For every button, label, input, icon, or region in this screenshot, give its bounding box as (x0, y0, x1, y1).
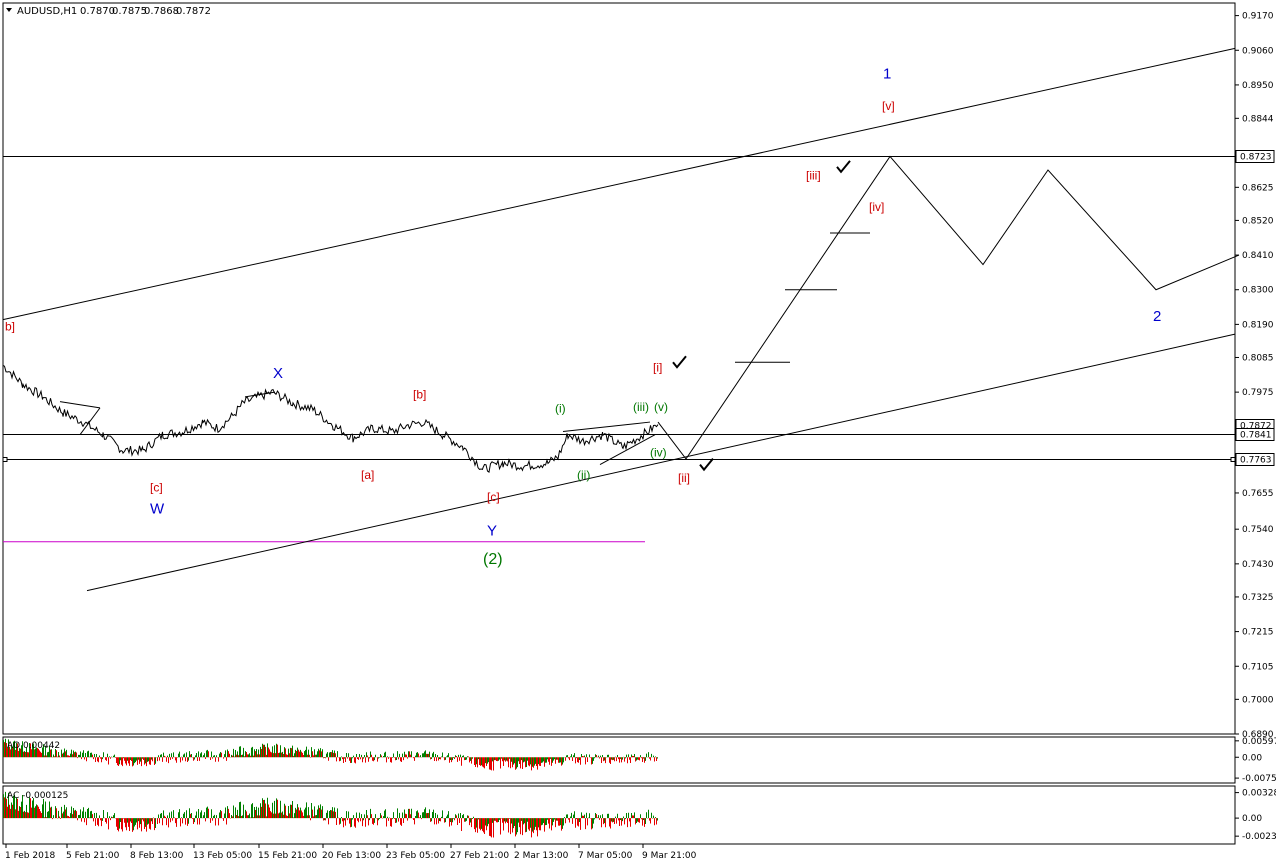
wave-label: b] (5, 320, 15, 334)
level-handle[interactable] (2, 457, 8, 462)
price-tick-label: 0.8520 (1242, 216, 1274, 226)
wave-label: [i] (653, 361, 662, 375)
time-tick-label: 8 Feb 13:00 (130, 851, 184, 861)
close-value: 0.7872 (176, 6, 211, 17)
symbol-label: AUDUSD,H1 (17, 6, 77, 17)
ac-tick-label: -0.00232 (1242, 832, 1276, 842)
main-plot-area[interactable] (2, 2, 1236, 735)
wave-label: Y (487, 522, 497, 539)
wave-label: X (273, 365, 283, 382)
ac-panel[interactable] (2, 785, 1236, 845)
time-tick-label: 9 Mar 21:00 (642, 851, 697, 861)
high-value: 0.7875 (112, 6, 147, 17)
price-tick-label: 0.7105 (1242, 662, 1274, 672)
time-tick-label: 1 Feb 2018 (5, 851, 56, 861)
wave-label: [c] (150, 480, 163, 494)
wave-label: [iii] (806, 168, 821, 182)
price-tick-label: 0.7540 (1242, 525, 1274, 535)
price-tick-label: 0.8950 (1242, 81, 1274, 91)
price-tick-label: 0.7215 (1242, 628, 1274, 638)
price-tick-label: 0.7975 (1242, 388, 1274, 398)
wave-label: (2) (483, 551, 503, 568)
wave-label: [iv] (869, 200, 884, 214)
ac-label: AC -0.000125 (7, 791, 68, 801)
ao-tick-label: -0.00758 (1242, 774, 1276, 784)
time-axis: 1 Feb 2018 5 Feb 21:00 8 Feb 13:00 13 Feb 0… (5, 844, 697, 861)
price-tick-label: 0.7430 (1242, 560, 1274, 570)
time-tick-label: 23 Feb 05:00 (386, 851, 445, 861)
wave-label: (ii) (577, 468, 590, 482)
time-tick-label: 13 Feb 05:00 (193, 851, 252, 861)
price-tick-label: 0.9170 (1242, 12, 1274, 22)
wave-label: (v) (654, 400, 668, 414)
price-tick-label: 0.7325 (1242, 593, 1274, 603)
price-tick-label: 0.8844 (1242, 114, 1274, 124)
price-marker-label: 0.7841 (1240, 431, 1272, 441)
wave-label: (iii) (633, 400, 649, 414)
wave-label: [v] (882, 99, 895, 113)
time-tick-label: 15 Feb 21:00 (258, 851, 317, 861)
time-tick-label: 2 Mar 13:00 (514, 851, 569, 861)
price-tick-label: 0.8300 (1242, 286, 1274, 296)
price-marker-label: 0.7763 (1240, 456, 1272, 466)
wave-label: [b] (413, 387, 426, 401)
wave-label: [c] (487, 490, 500, 504)
price-tick-label: 0.7655 (1242, 489, 1274, 499)
ao-tick-label: 0.00 (1242, 753, 1262, 763)
time-tick-label: 7 Mar 05:00 (578, 851, 633, 861)
price-tick-label: 0.8410 (1242, 251, 1274, 261)
time-tick-label: 27 Feb 21:00 (450, 851, 509, 861)
wave-label: 2 (1153, 308, 1161, 325)
ao-tick-label: 0.00597 (1242, 737, 1276, 747)
wave-label: 1 (883, 66, 891, 83)
price-tick-label: 0.8085 (1242, 353, 1274, 363)
price-tick-label: 0.7000 (1242, 695, 1274, 705)
time-tick-label: 5 Feb 21:00 (66, 851, 120, 861)
ac-tick-label: 0.00328 (1242, 789, 1276, 799)
ac-tick-label: 0.00 (1242, 814, 1262, 824)
price-tick-label: 0.9060 (1242, 46, 1274, 56)
price-tick-label: 0.8190 (1242, 320, 1274, 330)
wave-label: W (150, 500, 165, 517)
open-value: 0.7870 (80, 6, 115, 17)
ao-label: AO 0.00442 (7, 741, 60, 751)
chart-canvas[interactable]: b] X [b] [a] [c] W [c] Y (2) (i) (ii) (iii) (v) (iv) [… (0, 0, 1276, 866)
price-marker-label: 0.8723 (1240, 153, 1272, 163)
time-tick-label: 20 Feb 13:00 (322, 851, 381, 861)
price-axis: 0.9170 0.9060 0.8950 0.8844 0.8625 0.8520 0.84… (1235, 12, 1275, 740)
low-value: 0.7868 (144, 6, 179, 17)
price-tick-label: 0.8625 (1242, 183, 1274, 193)
wave-label: (i) (555, 402, 566, 416)
level-handle[interactable] (1230, 457, 1236, 462)
wave-label: (iv) (650, 446, 667, 460)
wave-label: [a] (361, 468, 374, 482)
wave-label: [ii] (678, 471, 690, 485)
